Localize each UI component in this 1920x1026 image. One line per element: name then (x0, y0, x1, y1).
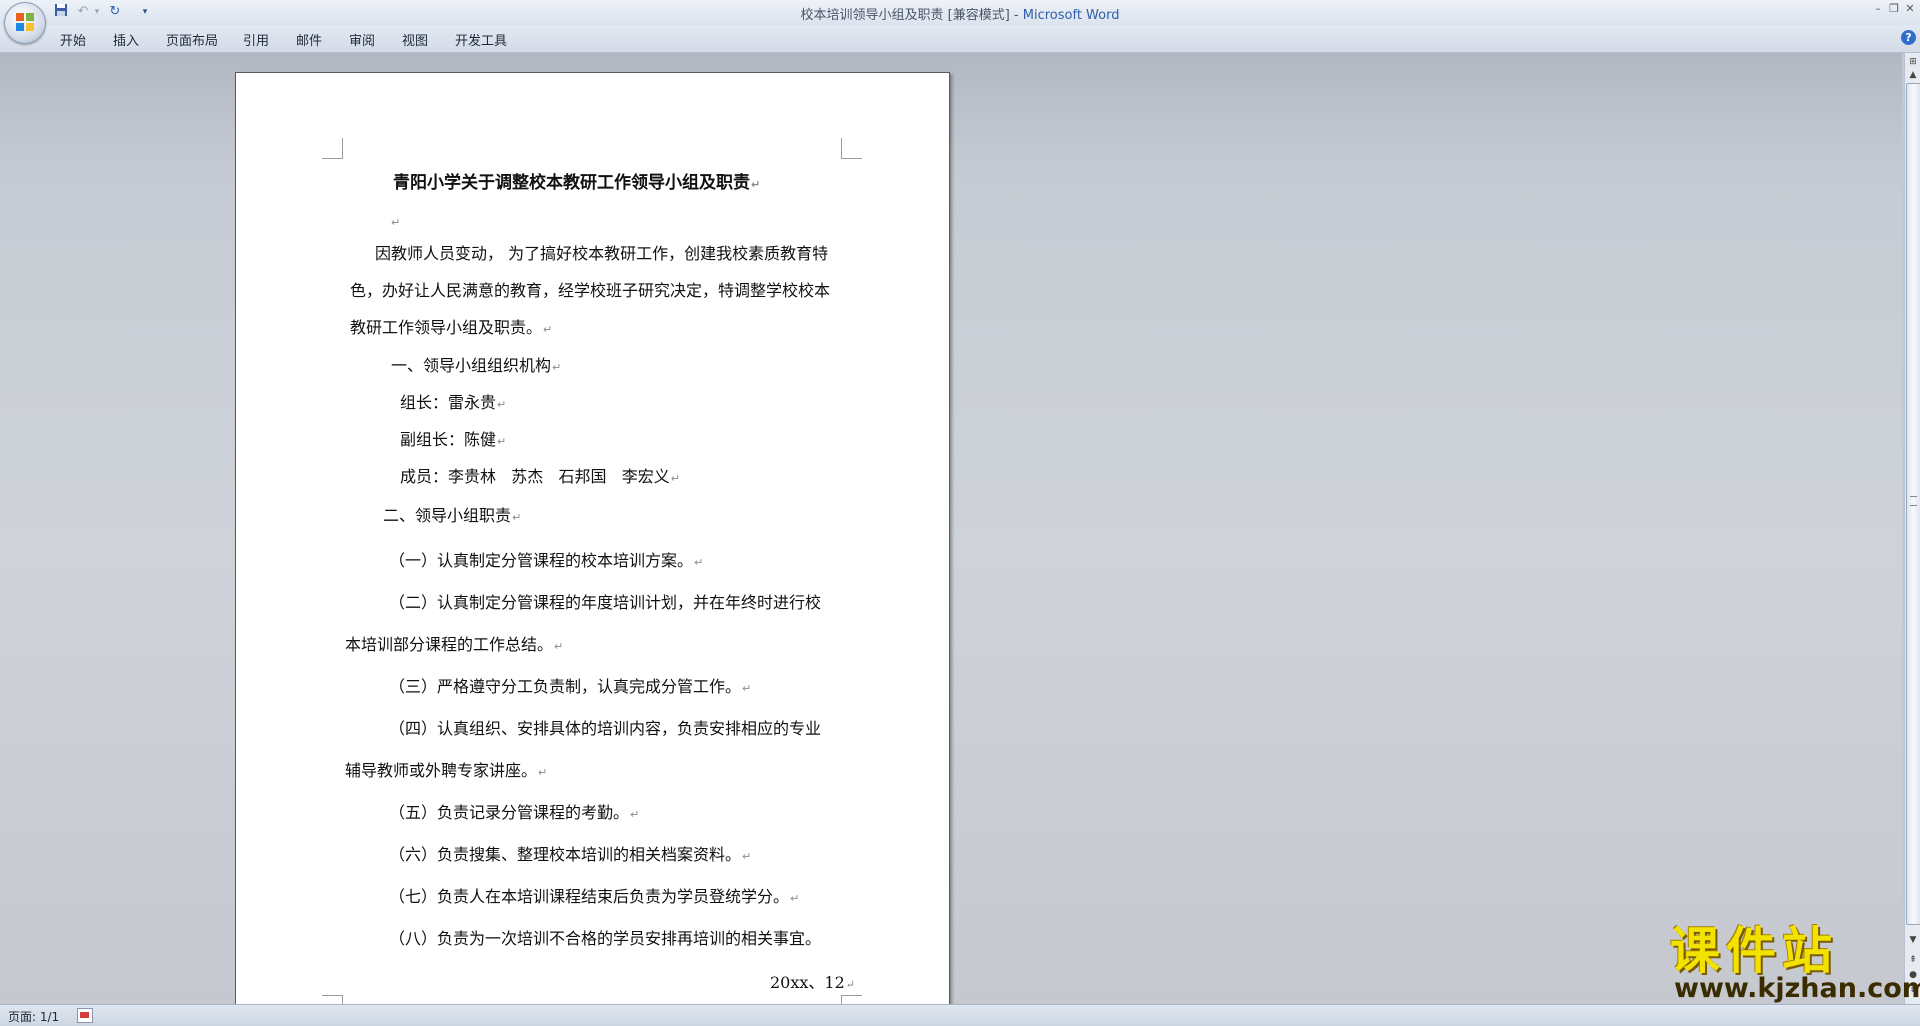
document-title: 青阳小学关于调整校本教研工作领导小组及职责↵ (393, 173, 761, 193)
paragraph-line: （八）负责为一次培训不合格的学员安排再培训的相关事宜。 (389, 929, 822, 948)
section-heading: 一、领导小组组织机构↵ (391, 356, 562, 375)
tab-references[interactable]: 引用 (243, 30, 269, 49)
close-icon[interactable]: ✕ (1902, 2, 1918, 16)
ruler-toggle-icon[interactable]: ⊞ (1906, 55, 1920, 69)
previous-page-icon[interactable]: ⇞ (1906, 953, 1920, 967)
paragraph-line: （一）认真制定分管课程的校本培训方案。↵ (389, 551, 704, 570)
paragraph-line: （四）认真组织、安排具体的培训内容，负责安排相应的专业 (389, 719, 822, 738)
scroll-up-icon[interactable]: ▲ (1906, 68, 1920, 82)
paragraph-line: 成员：李贵林 苏杰 石邦国 李宏义↵ (400, 467, 680, 486)
minimize-icon[interactable]: – (1870, 2, 1886, 16)
vertical-scrollbar[interactable]: ⊞ ▲ ▼ ⇞ ● ⇟ (1904, 53, 1920, 1004)
tab-review[interactable]: 审阅 (349, 30, 375, 49)
watermark-url: www.kjzhan.com (1674, 973, 1920, 1004)
tab-mailings[interactable]: 邮件 (296, 30, 322, 49)
document-date: 20xx、12↵ (770, 973, 855, 992)
paragraph-line: （七）负责人在本培训课程结束后负责为学员登统学分。↵ (389, 887, 800, 906)
ribbon-tabs: 开始 插入 页面布局 引用 邮件 审阅 视图 开发工具 ? (0, 25, 1920, 53)
crop-mark (841, 138, 862, 159)
watermark-text: 课件站 (1670, 922, 1838, 980)
tab-view[interactable]: 视图 (402, 30, 428, 49)
section-heading: 二、领导小组职责↵ (383, 506, 522, 525)
restore-icon[interactable]: ❐ (1886, 2, 1902, 16)
tab-page-layout[interactable]: 页面布局 (166, 30, 218, 49)
proofing-icon[interactable] (77, 1008, 93, 1023)
tab-home[interactable]: 开始 (60, 30, 86, 49)
tab-developer[interactable]: 开发工具 (455, 30, 507, 49)
tab-insert[interactable]: 插入 (113, 30, 139, 49)
paragraph-line: （六）负责搜集、整理校本培训的相关档案资料。↵ (389, 845, 752, 864)
help-icon[interactable]: ? (1901, 30, 1916, 45)
title-bar: ↶ ▾ ↻ ▾ 校本培训领导小组及职责 [兼容模式] - Microsoft W… (0, 0, 1920, 44)
empty-paragraph: ↵ (391, 216, 401, 229)
paragraph-line: 副组长：陈健↵ (400, 430, 507, 449)
paragraph-line: （三）严格遵守分工负责制，认真完成分管工作。↵ (389, 677, 752, 696)
paragraph-line: （五）负责记录分管课程的考勤。↵ (389, 803, 640, 822)
window-title: 校本培训领导小组及职责 [兼容模式] - Microsoft Word (800, 8, 1120, 23)
paragraph-line: 教研工作领导小组及职责。↵ (350, 318, 553, 337)
page-count[interactable]: 页面: 1/1 (8, 1008, 59, 1025)
paragraph-line: 色，办好让人民满意的教育，经学校班子研究决定，特调整学校校本 (350, 281, 831, 300)
scroll-thumb[interactable] (1906, 83, 1920, 925)
paragraph-line: 组长：雷永贵↵ (400, 393, 507, 412)
scroll-down-icon[interactable]: ▼ (1906, 933, 1920, 947)
paragraph-line: 辅导教师或外聘专家讲座。↵ (345, 761, 548, 780)
status-bar: 页面: 1/1 (0, 1004, 1920, 1026)
scroll-grip-icon (1910, 496, 1917, 506)
office-button[interactable] (4, 2, 46, 44)
paragraph-line: 因教师人员变动， 为了搞好校本教研工作，创建我校素质教育特 (375, 244, 829, 263)
paragraph-line: （二）认真制定分管课程的年度培训计划，并在年终时进行校 (389, 593, 822, 612)
watermark-logo: 课件站 www.kjzhan.com (1670, 922, 1920, 1004)
paragraph-line: 本培训部分课程的工作总结。↵ (345, 635, 564, 654)
office-logo-icon (16, 13, 34, 31)
document-page[interactable]: 青阳小学关于调整校本教研工作领导小组及职责↵ ↵ 因教师人员变动， 为了搞好校本… (235, 72, 950, 1016)
crop-mark (322, 138, 343, 159)
